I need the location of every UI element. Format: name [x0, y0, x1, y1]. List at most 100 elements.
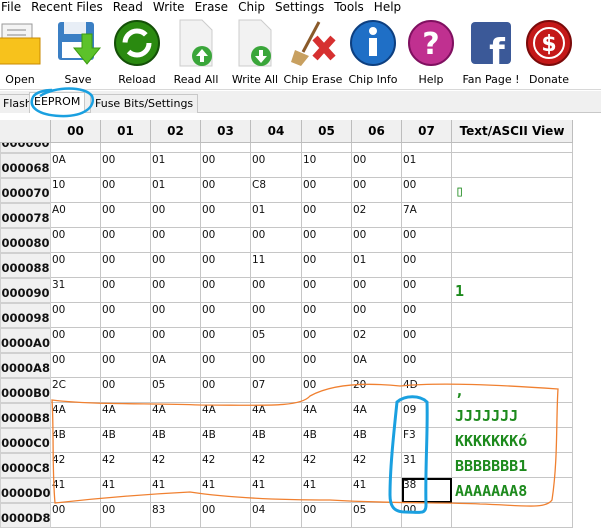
hex-cell[interactable]: 00 [402, 178, 452, 203]
hex-cell[interactable]: 4A [51, 403, 101, 428]
ascii-cell[interactable] [452, 328, 573, 353]
ascii-cell[interactable]: , [452, 378, 573, 403]
ascii-cell[interactable]: KKKKKKKó [452, 428, 573, 453]
hex-cell[interactable]: 00 [302, 253, 352, 278]
hex-cell[interactable]: 00 [201, 353, 251, 378]
tab-eeprom[interactable]: EEPROM [29, 92, 86, 114]
hex-cell[interactable]: 00 [201, 328, 251, 353]
ascii-cell[interactable] [452, 303, 573, 328]
hex-cell[interactable]: 00 [151, 303, 201, 328]
grid-cell[interactable] [151, 143, 201, 153]
hex-cell[interactable]: 4B [151, 428, 201, 453]
hex-cell[interactable]: 41 [51, 478, 101, 503]
hex-cell[interactable]: 00 [402, 253, 452, 278]
grid-cell[interactable] [352, 143, 402, 153]
hex-cell[interactable]: 00 [402, 353, 452, 378]
hex-cell[interactable]: 05 [251, 328, 302, 353]
hex-cell[interactable]: 00 [151, 228, 201, 253]
hex-cell[interactable]: 02 [352, 203, 402, 228]
ascii-cell[interactable]: AAAAAAA8 [452, 478, 573, 503]
hex-cell[interactable]: 7A [402, 203, 452, 228]
chip-erase-button[interactable]: Chip Erase [283, 18, 343, 86]
hex-cell[interactable]: 00 [151, 203, 201, 228]
hex-cell[interactable]: 00 [402, 328, 452, 353]
hex-cell[interactable]: 4B [352, 428, 402, 453]
hex-cell[interactable]: 00 [402, 228, 452, 253]
menu-write[interactable]: Write [152, 0, 191, 15]
hex-cell[interactable]: 00 [201, 153, 251, 178]
menu-erase[interactable]: Erase [194, 0, 235, 15]
hex-cell[interactable]: 00 [352, 153, 402, 178]
hex-cell[interactable]: 00 [302, 203, 352, 228]
hex-cell[interactable]: 41 [302, 478, 352, 503]
hex-cell[interactable]: 4D [402, 378, 452, 403]
hex-cell[interactable]: 00 [101, 228, 151, 253]
hex-cell[interactable]: 42 [51, 453, 101, 478]
grid-cell[interactable] [251, 143, 302, 153]
hex-cell[interactable]: 4A [101, 403, 151, 428]
hex-cell[interactable]: F3 [402, 428, 452, 453]
hex-cell[interactable]: 00 [151, 278, 201, 303]
hex-cell[interactable]: 05 [151, 378, 201, 403]
menu-settings[interactable]: Settings [274, 0, 330, 15]
hex-cell[interactable]: 4A [151, 403, 201, 428]
hex-cell[interactable]: 00 [352, 178, 402, 203]
ascii-cell[interactable] [452, 253, 573, 278]
hex-cell[interactable]: 00 [101, 353, 151, 378]
hex-cell[interactable]: 41 [201, 478, 251, 503]
hex-cell[interactable]: 4B [51, 428, 101, 453]
hex-cell[interactable]: 00 [251, 228, 302, 253]
hex-cell[interactable]: 42 [201, 453, 251, 478]
hex-cell[interactable]: 4B [101, 428, 151, 453]
open-button[interactable]: Open [0, 18, 50, 86]
hex-cell[interactable]: 00 [201, 378, 251, 403]
hex-cell[interactable]: 0A [151, 353, 201, 378]
hex-cell[interactable]: 00 [51, 328, 101, 353]
grid-cell[interactable] [302, 143, 352, 153]
hex-cell[interactable]: 20 [352, 378, 402, 403]
hex-cell[interactable]: 00 [302, 503, 352, 528]
ascii-cell[interactable]: ▯ [452, 178, 573, 203]
hex-cell[interactable]: 00 [101, 153, 151, 178]
hex-cell[interactable]: 00 [251, 153, 302, 178]
hex-cell[interactable]: 00 [402, 503, 452, 528]
hex-cell[interactable]: 00 [51, 503, 101, 528]
hex-cell[interactable]: 00 [352, 303, 402, 328]
help-button[interactable]: ? Help [401, 18, 461, 86]
hex-cell[interactable]: 0A [352, 353, 402, 378]
hex-cell[interactable]: 00 [51, 303, 101, 328]
grid-cell[interactable] [452, 143, 573, 153]
hex-cell[interactable]: 00 [51, 253, 101, 278]
hex-cell[interactable]: 01 [402, 153, 452, 178]
hex-cell[interactable]: 01 [251, 203, 302, 228]
hex-cell[interactable]: 04 [251, 503, 302, 528]
hex-cell[interactable]: 00 [352, 278, 402, 303]
hex-cell[interactable]: 4B [251, 428, 302, 453]
hex-cell[interactable]: 00 [251, 353, 302, 378]
hex-cell[interactable]: 00 [302, 303, 352, 328]
hex-cell[interactable]: 00 [302, 278, 352, 303]
hex-cell[interactable]: 00 [101, 278, 151, 303]
hex-cell[interactable]: 10 [51, 178, 101, 203]
hex-cell[interactable]: 4A [302, 403, 352, 428]
menu-recent-files[interactable]: Recent Files [30, 0, 109, 15]
hex-cell[interactable]: 00 [402, 303, 452, 328]
hex-cell[interactable]: 00 [302, 353, 352, 378]
reload-button[interactable]: Reload [107, 18, 167, 86]
hex-cell[interactable]: 11 [251, 253, 302, 278]
hex-cell[interactable]: 42 [302, 453, 352, 478]
hex-cell[interactable]: 00 [201, 178, 251, 203]
hex-cell[interactable]: 00 [101, 503, 151, 528]
read-all-button[interactable]: Read All [166, 18, 226, 86]
write-all-button[interactable]: Write All [225, 18, 285, 86]
hex-cell[interactable]: 02 [352, 328, 402, 353]
save-button[interactable]: Save [48, 18, 108, 86]
ascii-cell[interactable]: JJJJJJJ [452, 403, 573, 428]
hex-cell[interactable]: 00 [101, 303, 151, 328]
hex-cell[interactable]: 01 [151, 178, 201, 203]
menu-tools[interactable]: Tools [333, 0, 370, 15]
ascii-cell[interactable] [452, 203, 573, 228]
hex-cell[interactable]: C8 [251, 178, 302, 203]
ascii-cell[interactable] [452, 228, 573, 253]
hex-cell[interactable]: 83 [151, 503, 201, 528]
